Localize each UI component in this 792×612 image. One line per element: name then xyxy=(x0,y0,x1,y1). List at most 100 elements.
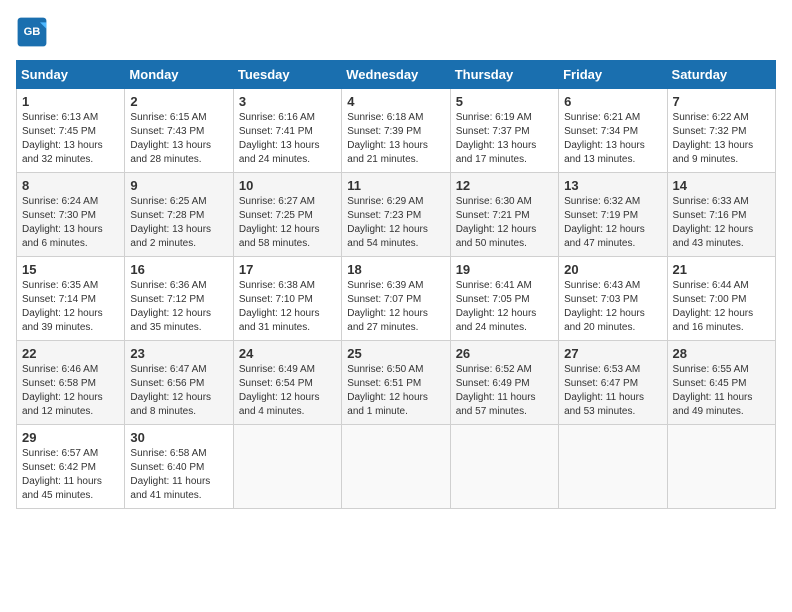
day-number: 6 xyxy=(564,94,661,109)
calendar-cell: 4Sunrise: 6:18 AM Sunset: 7:39 PM Daylig… xyxy=(342,89,450,173)
calendar-cell: 3Sunrise: 6:16 AM Sunset: 7:41 PM Daylig… xyxy=(233,89,341,173)
calendar-cell: 17 Sunrise: 6:38 AM Sunset: 7:10 PM Dayli… xyxy=(233,257,341,341)
day-info: Sunrise: 6:13 AM Sunset: 7:45 PM Dayligh… xyxy=(22,111,119,167)
day-info: Sunrise: 6:27 AM Sunset: 7:25 PM Dayligh… xyxy=(239,195,336,251)
day-info: Sunrise: 6:25 AM Sunset: 7:28 PM Dayligh… xyxy=(130,195,227,251)
calendar-cell: 29 Sunrise: 6:57 AM Sunset: 6:42 PM Dayli… xyxy=(17,425,125,509)
day-info: Sunrise: 6:35 AM Sunset: 7:14 PM Dayligh… xyxy=(22,279,119,335)
day-info: Sunrise: 6:41 AM Sunset: 7:05 PM Dayligh… xyxy=(456,279,553,335)
day-info: Sunrise: 6:57 AM Sunset: 6:42 PM Dayligh… xyxy=(22,447,119,503)
day-number: 8 xyxy=(22,178,119,193)
day-number: 22 xyxy=(22,346,119,361)
day-info: Sunrise: 6:39 AM Sunset: 7:07 PM Dayligh… xyxy=(347,279,444,335)
calendar-cell: 7Sunrise: 6:22 AM Sunset: 7:32 PM Daylig… xyxy=(667,89,775,173)
calendar-cell: 5Sunrise: 6:19 AM Sunset: 7:37 PM Daylig… xyxy=(450,89,558,173)
col-header-monday: Monday xyxy=(125,61,233,89)
calendar-cell: 22 Sunrise: 6:46 AM Sunset: 6:58 PM Dayli… xyxy=(17,341,125,425)
logo: GB xyxy=(16,16,52,48)
calendar: SundayMondayTuesdayWednesdayThursdayFrid… xyxy=(16,60,776,509)
calendar-row: 8 Sunrise: 6:24 AM Sunset: 7:30 PM Daylig… xyxy=(17,173,776,257)
calendar-cell: 11 Sunrise: 6:29 AM Sunset: 7:23 PM Dayli… xyxy=(342,173,450,257)
day-info: Sunrise: 6:30 AM Sunset: 7:21 PM Dayligh… xyxy=(456,195,553,251)
day-info: Sunrise: 6:32 AM Sunset: 7:19 PM Dayligh… xyxy=(564,195,661,251)
calendar-cell: 14Sunrise: 6:33 AM Sunset: 7:16 PM Dayli… xyxy=(667,173,775,257)
day-info: Sunrise: 6:49 AM Sunset: 6:54 PM Dayligh… xyxy=(239,363,336,419)
day-number: 27 xyxy=(564,346,661,361)
calendar-cell: 23 Sunrise: 6:47 AM Sunset: 6:56 PM Dayli… xyxy=(125,341,233,425)
day-info: Sunrise: 6:55 AM Sunset: 6:45 PM Dayligh… xyxy=(673,363,770,419)
day-number: 23 xyxy=(130,346,227,361)
calendar-cell: 20Sunrise: 6:43 AM Sunset: 7:03 PM Dayli… xyxy=(559,257,667,341)
day-number: 2 xyxy=(130,94,227,109)
day-number: 12 xyxy=(456,178,553,193)
calendar-cell: 19 Sunrise: 6:41 AM Sunset: 7:05 PM Dayli… xyxy=(450,257,558,341)
day-number: 7 xyxy=(673,94,770,109)
col-header-thursday: Thursday xyxy=(450,61,558,89)
calendar-cell: 6 Sunrise: 6:21 AM Sunset: 7:34 PM Daylig… xyxy=(559,89,667,173)
col-header-friday: Friday xyxy=(559,61,667,89)
calendar-cell: 12 Sunrise: 6:30 AM Sunset: 7:21 PM Dayli… xyxy=(450,173,558,257)
page-header: GB xyxy=(16,16,776,48)
calendar-row: 29 Sunrise: 6:57 AM Sunset: 6:42 PM Dayli… xyxy=(17,425,776,509)
calendar-cell xyxy=(450,425,558,509)
day-info: Sunrise: 6:53 AM Sunset: 6:47 PM Dayligh… xyxy=(564,363,661,419)
calendar-row: 22 Sunrise: 6:46 AM Sunset: 6:58 PM Dayli… xyxy=(17,341,776,425)
day-number: 17 xyxy=(239,262,336,277)
calendar-row: 1 Sunrise: 6:13 AM Sunset: 7:45 PM Daylig… xyxy=(17,89,776,173)
day-number: 16 xyxy=(130,262,227,277)
calendar-cell: 1 Sunrise: 6:13 AM Sunset: 7:45 PM Daylig… xyxy=(17,89,125,173)
day-info: Sunrise: 6:21 AM Sunset: 7:34 PM Dayligh… xyxy=(564,111,661,167)
col-header-tuesday: Tuesday xyxy=(233,61,341,89)
col-header-saturday: Saturday xyxy=(667,61,775,89)
day-number: 21 xyxy=(673,262,770,277)
day-info: Sunrise: 6:38 AM Sunset: 7:10 PM Dayligh… xyxy=(239,279,336,335)
col-header-wednesday: Wednesday xyxy=(342,61,450,89)
day-number: 11 xyxy=(347,178,444,193)
day-info: Sunrise: 6:46 AM Sunset: 6:58 PM Dayligh… xyxy=(22,363,119,419)
day-number: 18 xyxy=(347,262,444,277)
svg-text:GB: GB xyxy=(24,26,41,38)
calendar-cell xyxy=(667,425,775,509)
calendar-cell xyxy=(559,425,667,509)
day-number: 19 xyxy=(456,262,553,277)
calendar-cell: 13 Sunrise: 6:32 AM Sunset: 7:19 PM Dayli… xyxy=(559,173,667,257)
day-number: 15 xyxy=(22,262,119,277)
calendar-cell xyxy=(233,425,341,509)
day-number: 24 xyxy=(239,346,336,361)
day-number: 1 xyxy=(22,94,119,109)
day-number: 10 xyxy=(239,178,336,193)
calendar-cell: 27 Sunrise: 6:53 AM Sunset: 6:47 PM Dayli… xyxy=(559,341,667,425)
calendar-cell xyxy=(342,425,450,509)
day-info: Sunrise: 6:47 AM Sunset: 6:56 PM Dayligh… xyxy=(130,363,227,419)
day-number: 29 xyxy=(22,430,119,445)
day-info: Sunrise: 6:52 AM Sunset: 6:49 PM Dayligh… xyxy=(456,363,553,419)
day-info: Sunrise: 6:24 AM Sunset: 7:30 PM Dayligh… xyxy=(22,195,119,251)
calendar-cell: 10 Sunrise: 6:27 AM Sunset: 7:25 PM Dayli… xyxy=(233,173,341,257)
calendar-cell: 28Sunrise: 6:55 AM Sunset: 6:45 PM Dayli… xyxy=(667,341,775,425)
calendar-cell: 15 Sunrise: 6:35 AM Sunset: 7:14 PM Dayli… xyxy=(17,257,125,341)
calendar-cell: 21Sunrise: 6:44 AM Sunset: 7:00 PM Dayli… xyxy=(667,257,775,341)
calendar-cell: 30 Sunrise: 6:58 AM Sunset: 6:40 PM Dayli… xyxy=(125,425,233,509)
calendar-cell: 18 Sunrise: 6:39 AM Sunset: 7:07 PM Dayli… xyxy=(342,257,450,341)
day-info: Sunrise: 6:15 AM Sunset: 7:43 PM Dayligh… xyxy=(130,111,227,167)
day-number: 14 xyxy=(673,178,770,193)
calendar-cell: 16 Sunrise: 6:36 AM Sunset: 7:12 PM Dayli… xyxy=(125,257,233,341)
day-number: 13 xyxy=(564,178,661,193)
logo-icon: GB xyxy=(16,16,48,48)
day-number: 25 xyxy=(347,346,444,361)
day-info: Sunrise: 6:36 AM Sunset: 7:12 PM Dayligh… xyxy=(130,279,227,335)
day-info: Sunrise: 6:43 AM Sunset: 7:03 PM Dayligh… xyxy=(564,279,661,335)
day-number: 26 xyxy=(456,346,553,361)
day-number: 30 xyxy=(130,430,227,445)
col-header-sunday: Sunday xyxy=(17,61,125,89)
calendar-cell: 24 Sunrise: 6:49 AM Sunset: 6:54 PM Dayli… xyxy=(233,341,341,425)
day-info: Sunrise: 6:50 AM Sunset: 6:51 PM Dayligh… xyxy=(347,363,444,419)
calendar-cell: 25 Sunrise: 6:50 AM Sunset: 6:51 PM Dayli… xyxy=(342,341,450,425)
day-info: Sunrise: 6:58 AM Sunset: 6:40 PM Dayligh… xyxy=(130,447,227,503)
day-number: 4 xyxy=(347,94,444,109)
day-number: 5 xyxy=(456,94,553,109)
day-number: 3 xyxy=(239,94,336,109)
calendar-cell: 9Sunrise: 6:25 AM Sunset: 7:28 PM Daylig… xyxy=(125,173,233,257)
calendar-cell: 8 Sunrise: 6:24 AM Sunset: 7:30 PM Daylig… xyxy=(17,173,125,257)
day-info: Sunrise: 6:29 AM Sunset: 7:23 PM Dayligh… xyxy=(347,195,444,251)
